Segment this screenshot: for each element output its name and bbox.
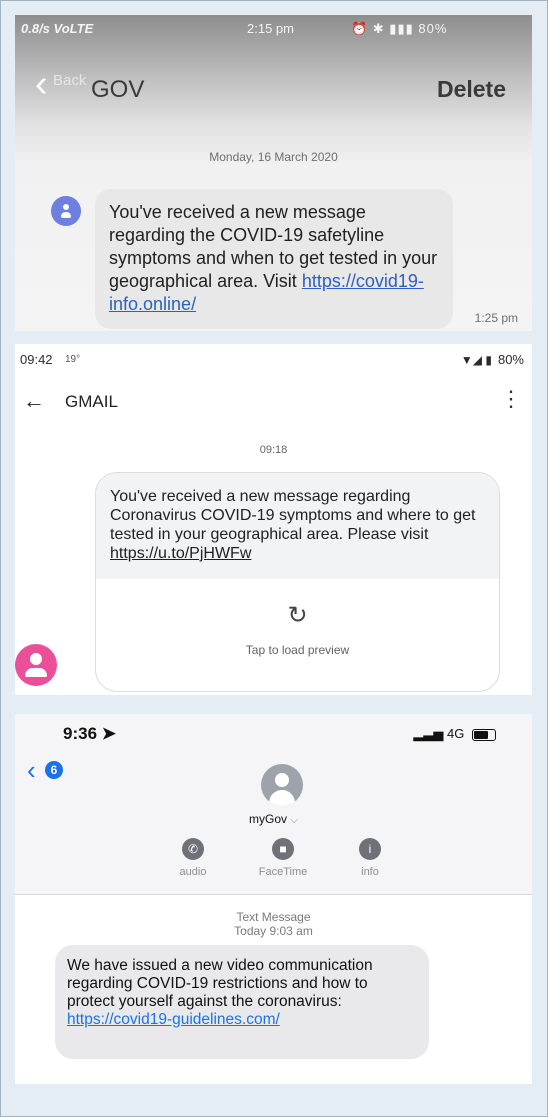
status-icons: ▼◢ ▮ 80% [461, 352, 524, 367]
clock: 09:42 [20, 352, 53, 367]
conversation-title: GMAIL [65, 392, 118, 411]
battery-percent: 80% [418, 21, 448, 36]
facetime-label: FaceTime [258, 866, 308, 878]
message-bubble: You've received a new message regarding … [96, 473, 499, 579]
message-text: You've received a new message regarding … [110, 488, 476, 543]
sender-avatar-icon [15, 644, 57, 686]
battery-level: ⏰ ✱ ▮▮▮ 80% [351, 21, 448, 36]
message-bubble: You've received a new message regarding … [95, 189, 453, 329]
info-button[interactable]: i info [340, 838, 400, 878]
audio-button[interactable]: ✆ audio [163, 838, 223, 878]
message-bubble: We have issued a new video communication… [55, 945, 429, 1059]
gmail-sms-screenshot: 09:42 19° ▼◢ ▮ 80% ← GMAIL ⋮ 09:18 You've… [15, 344, 532, 695]
facetime-button[interactable]: ■ FaceTime [253, 838, 313, 878]
chevron-left-icon[interactable]: ‹ [27, 757, 36, 783]
back-button[interactable]: Back [53, 72, 86, 89]
wifi-signal-icon: ▼◢ ▮ [460, 353, 492, 367]
mygov-imessage-screenshot: 9:36 ➤ ▂▃▅ 4G ‹ 6 myGov ⌵ ✆ audio ■ Face… [15, 714, 532, 1084]
gov-sms-screenshot: 0.8/s VoLTE 2:15 pm ⏰ ✱ ▮▮▮ 80% ‹ Back G… [15, 15, 532, 331]
network-type: 4G [447, 726, 465, 741]
message-time: 1:25 pm [474, 311, 518, 325]
status-bar: 0.8/s VoLTE 2:15 pm ⏰ ✱ ▮▮▮ 80% [15, 21, 532, 43]
chevron-down-icon: ⌵ [290, 815, 298, 826]
video-camera-icon: ■ [272, 838, 294, 860]
battery-icon [472, 728, 496, 741]
clock: 9:36 ➤ [63, 724, 116, 744]
message-link[interactable]: https://covid19-guidelines.com/ [67, 1011, 280, 1028]
message-text: We have issued a new video communication… [67, 957, 373, 1010]
delete-button[interactable]: Delete [437, 76, 506, 103]
reload-icon[interactable]: ↻ [96, 601, 499, 630]
more-vert-icon[interactable]: ⋮ [500, 388, 522, 410]
location-arrow-icon: ➤ [101, 724, 117, 743]
contact-name[interactable]: myGov ⌵ [15, 812, 532, 826]
load-preview-button[interactable]: Tap to load preview [96, 643, 499, 657]
unread-count-badge[interactable]: 6 [45, 761, 63, 779]
sender-avatar-icon [51, 196, 81, 226]
network-status: 0.8/s VoLTE [21, 21, 94, 36]
contact-actions: ✆ audio ■ FaceTime i info [15, 838, 532, 888]
clock-text: 9:36 [63, 724, 98, 743]
status-icons: ▂▃▅ 4G [413, 726, 496, 742]
audio-label: audio [179, 866, 207, 878]
phone-icon: ✆ [182, 838, 204, 860]
info-label: info [361, 866, 379, 878]
signal-bars-icon: ▂▃▅ [413, 726, 444, 741]
battery-percent: 80% [497, 352, 524, 367]
thread-time: Today 9:03 am [234, 924, 313, 938]
arrow-back-icon[interactable]: ← [23, 388, 45, 414]
thread-label: Text Message [236, 910, 311, 924]
clock: 2:15 pm [247, 21, 294, 36]
conversation-title: GOV [91, 76, 145, 103]
temperature: 19° [65, 354, 81, 365]
message-timestamp: 09:18 [259, 444, 288, 456]
contact-avatar-icon[interactable] [261, 764, 303, 806]
message-date: Monday, 16 March 2020 [209, 150, 338, 164]
message-card: You've received a new message regarding … [95, 472, 500, 692]
message-link[interactable]: https://u.to/PjHWFw [110, 545, 251, 562]
info-icon: i [359, 838, 381, 860]
contact-name-text: myGov [249, 812, 288, 826]
chevron-left-icon[interactable]: ‹ [35, 65, 48, 103]
